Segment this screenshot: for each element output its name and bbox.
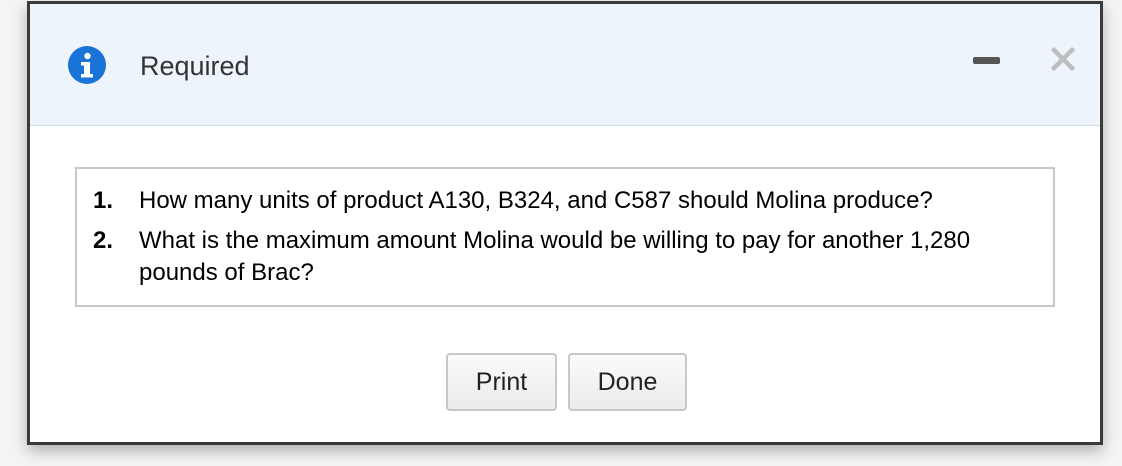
dialog-title: Required — [140, 51, 250, 81]
done-button[interactable]: Done — [568, 353, 687, 411]
questions-box: 1. How many units of product A130, B324,… — [75, 167, 1055, 307]
close-icon — [1050, 46, 1076, 72]
question-text: What is the maximum amount Molina would … — [139, 227, 971, 286]
minimize-icon — [973, 57, 1000, 64]
question-text: How many units of product A130, B324, an… — [139, 187, 933, 214]
info-icon — [67, 45, 107, 85]
question-number: 1. — [93, 187, 114, 214]
minimize-button[interactable] — [968, 46, 1004, 76]
print-button[interactable]: Print — [446, 353, 557, 411]
dialog-header: Required — [30, 4, 1100, 126]
required-dialog: Required 1. How many units of product A1… — [27, 1, 1103, 445]
question-number: 2. — [93, 227, 114, 254]
close-button[interactable] — [1048, 44, 1078, 74]
